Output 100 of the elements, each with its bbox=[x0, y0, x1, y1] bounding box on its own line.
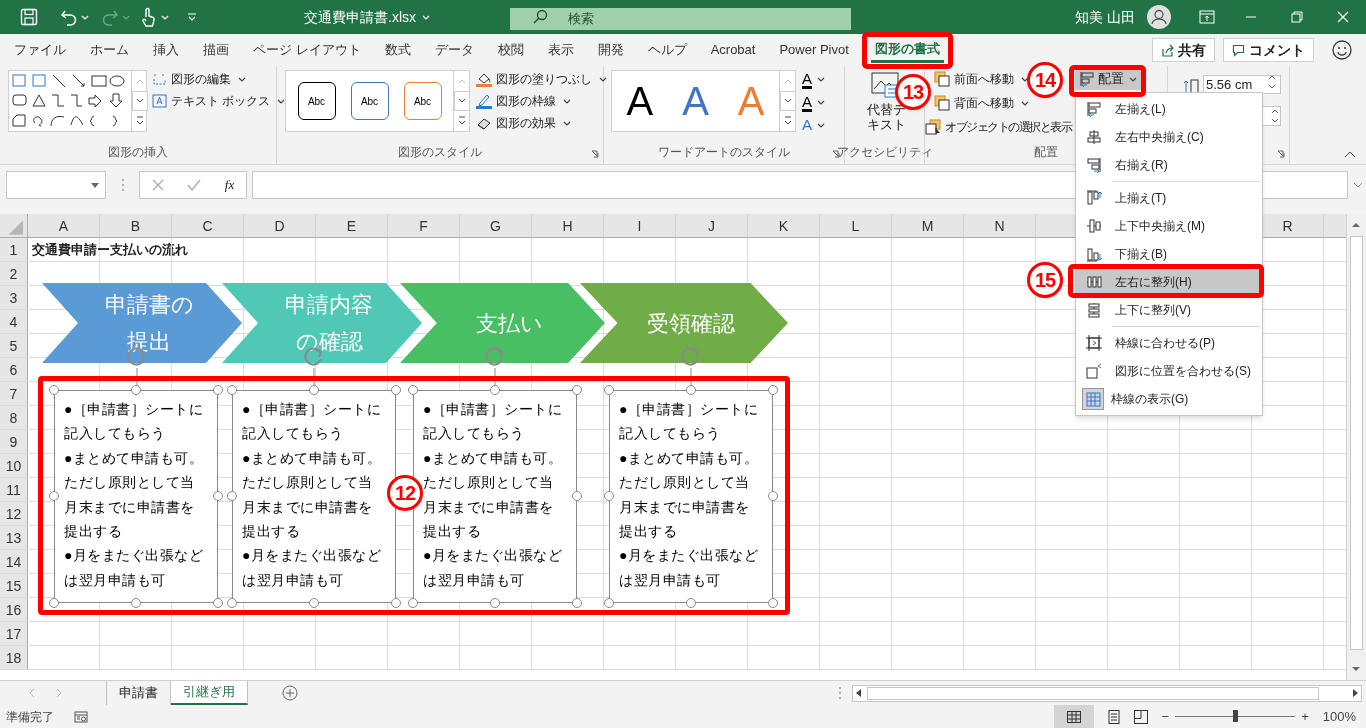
resize-handle[interactable] bbox=[49, 598, 59, 608]
resize-handle[interactable] bbox=[49, 385, 59, 395]
spinner-icon[interactable] bbox=[1267, 74, 1277, 90]
resize-handle[interactable] bbox=[572, 491, 582, 501]
resize-handle[interactable] bbox=[131, 385, 141, 395]
column-header[interactable]: E bbox=[316, 214, 388, 237]
resize-handle[interactable] bbox=[572, 385, 582, 395]
resize-handle[interactable] bbox=[768, 598, 778, 608]
previous-sheet-icon[interactable] bbox=[28, 688, 36, 698]
next-sheet-icon[interactable] bbox=[55, 688, 63, 698]
expand-formula-icon[interactable] bbox=[1353, 182, 1363, 188]
row-header[interactable]: 2 bbox=[0, 262, 28, 285]
style-preset[interactable]: Abc bbox=[297, 82, 336, 120]
caret-icon[interactable] bbox=[817, 123, 825, 128]
shape-effects-button[interactable]: 図形の効果 bbox=[476, 112, 571, 134]
menu-item[interactable]: 右揃え(R) bbox=[1076, 151, 1262, 179]
page-break-icon[interactable] bbox=[1133, 709, 1148, 724]
macro-record-icon[interactable] bbox=[74, 710, 88, 723]
row-header[interactable]: 1 bbox=[0, 238, 28, 261]
rotate-handle-icon[interactable] bbox=[680, 346, 702, 386]
row-header[interactable]: 4 bbox=[0, 310, 28, 333]
zoom-in-button[interactable]: + bbox=[1301, 706, 1309, 727]
row-header[interactable]: 7 bbox=[0, 382, 28, 405]
caret-icon[interactable] bbox=[1021, 100, 1029, 106]
row-header[interactable]: 8 bbox=[0, 406, 28, 429]
ribbon-tab[interactable]: ホーム bbox=[78, 37, 141, 63]
column-header[interactable]: J bbox=[676, 214, 748, 237]
resize-handle[interactable] bbox=[768, 491, 778, 501]
column-header[interactable]: K bbox=[748, 214, 820, 237]
restore-icon[interactable] bbox=[1291, 11, 1303, 23]
ribbon-display-icon[interactable] bbox=[1199, 10, 1215, 24]
send-backward-button[interactable]: 背面へ移動 bbox=[934, 92, 1029, 114]
ribbon-tab[interactable]: ヘルプ bbox=[635, 37, 699, 63]
row-header[interactable]: 6 bbox=[0, 358, 28, 381]
rotate-handle-icon[interactable] bbox=[484, 346, 506, 386]
row-header[interactable]: 17 bbox=[0, 622, 28, 645]
resize-handle[interactable] bbox=[604, 385, 614, 395]
row-header[interactable]: 15 bbox=[0, 574, 28, 597]
column-header[interactable]: G bbox=[460, 214, 532, 237]
caret-icon[interactable] bbox=[599, 76, 607, 82]
resize-handle[interactable] bbox=[490, 385, 500, 395]
enter-icon[interactable] bbox=[187, 179, 202, 191]
page-layout-icon[interactable] bbox=[1106, 709, 1121, 724]
share-label[interactable]: 共有 bbox=[1178, 39, 1206, 61]
column-header[interactable]: N bbox=[964, 214, 1036, 237]
shape-fill-button[interactable]: 図形の塗りつぶし bbox=[476, 68, 607, 90]
edit-shape-button[interactable]: 図形の編集 bbox=[152, 68, 246, 90]
row-header[interactable]: 5 bbox=[0, 334, 28, 357]
resize-handle[interactable] bbox=[309, 385, 319, 395]
ribbon-tab[interactable]: 表示 bbox=[535, 37, 586, 63]
row-header[interactable]: 13 bbox=[0, 526, 28, 549]
ribbon-tab[interactable]: 数式 bbox=[372, 37, 423, 63]
ribbon-tab[interactable]: Acrobat bbox=[698, 37, 768, 63]
menu-item[interactable]: 左揃え(L) bbox=[1076, 95, 1262, 123]
cancel-icon[interactable] bbox=[151, 179, 164, 191]
style-preset[interactable]: Abc bbox=[403, 82, 442, 120]
horizontal-scrollbar[interactable] bbox=[852, 684, 1362, 702]
ribbon-tab[interactable]: データ bbox=[422, 37, 486, 63]
column-header[interactable]: D bbox=[244, 214, 316, 237]
menu-item[interactable]: 枠線に合わせる(P) bbox=[1076, 329, 1262, 357]
add-sheet-icon[interactable] bbox=[282, 685, 298, 701]
bring-forward-button[interactable]: 前面へ移動 bbox=[934, 68, 1029, 90]
splitter-icon[interactable] bbox=[121, 178, 125, 192]
ribbon-tab[interactable]: 挿入 bbox=[141, 37, 191, 63]
caret-icon[interactable] bbox=[91, 182, 99, 188]
text-fill-button[interactable]: A bbox=[802, 69, 825, 90]
ribbon-tab[interactable]: 校閲 bbox=[485, 37, 536, 63]
caret-icon[interactable] bbox=[817, 100, 825, 105]
ribbon-tab[interactable]: Power Pivot bbox=[767, 37, 861, 63]
wordart-preset[interactable]: A bbox=[626, 81, 654, 121]
touch-mode-icon[interactable] bbox=[140, 7, 156, 27]
row-header[interactable]: 3 bbox=[0, 286, 28, 309]
collapse-ribbon-icon[interactable] bbox=[1344, 150, 1356, 158]
caret-icon[interactable] bbox=[563, 98, 571, 104]
ribbon-tab[interactable]: ファイル bbox=[2, 37, 78, 63]
normal-view-button[interactable] bbox=[1053, 705, 1094, 728]
resize-handle[interactable] bbox=[309, 598, 319, 608]
row-header[interactable]: 9 bbox=[0, 430, 28, 453]
dialog-launcher-icon[interactable] bbox=[1277, 150, 1285, 158]
scroll-thumb[interactable] bbox=[867, 686, 1319, 700]
dialog-launcher-icon[interactable] bbox=[591, 150, 599, 158]
scroll-thumb[interactable] bbox=[1350, 236, 1363, 650]
menu-item[interactable]: 上揃え(T) bbox=[1076, 184, 1262, 212]
row-header[interactable]: 12 bbox=[0, 502, 28, 525]
resize-handle[interactable] bbox=[686, 598, 696, 608]
comment-label[interactable]: コメント bbox=[1249, 39, 1305, 61]
search-field[interactable]: 検索 bbox=[510, 7, 851, 30]
feedback-icon[interactable] bbox=[1332, 40, 1352, 60]
column-header[interactable]: A bbox=[28, 214, 100, 237]
caret-icon[interactable] bbox=[1129, 76, 1137, 82]
row-header[interactable]: 18 bbox=[0, 646, 28, 669]
text-box[interactable]: ●［申請書］シートに記入してもらう ●まとめて申請も可。ただし原則として当月末までに申請書を提出する ●月をまたぐ出張などは翌月申請も可 bbox=[232, 390, 396, 603]
close-icon[interactable] bbox=[1337, 11, 1349, 23]
row-header[interactable]: 10 bbox=[0, 454, 28, 477]
column-header[interactable]: I bbox=[604, 214, 676, 237]
style-preset[interactable]: Abc bbox=[350, 82, 389, 120]
shape-outline-button[interactable]: 図形の枠線 bbox=[476, 90, 571, 112]
resize-handle[interactable] bbox=[131, 598, 141, 608]
customize-icon[interactable] bbox=[187, 12, 197, 22]
column-header[interactable]: M bbox=[892, 214, 964, 237]
